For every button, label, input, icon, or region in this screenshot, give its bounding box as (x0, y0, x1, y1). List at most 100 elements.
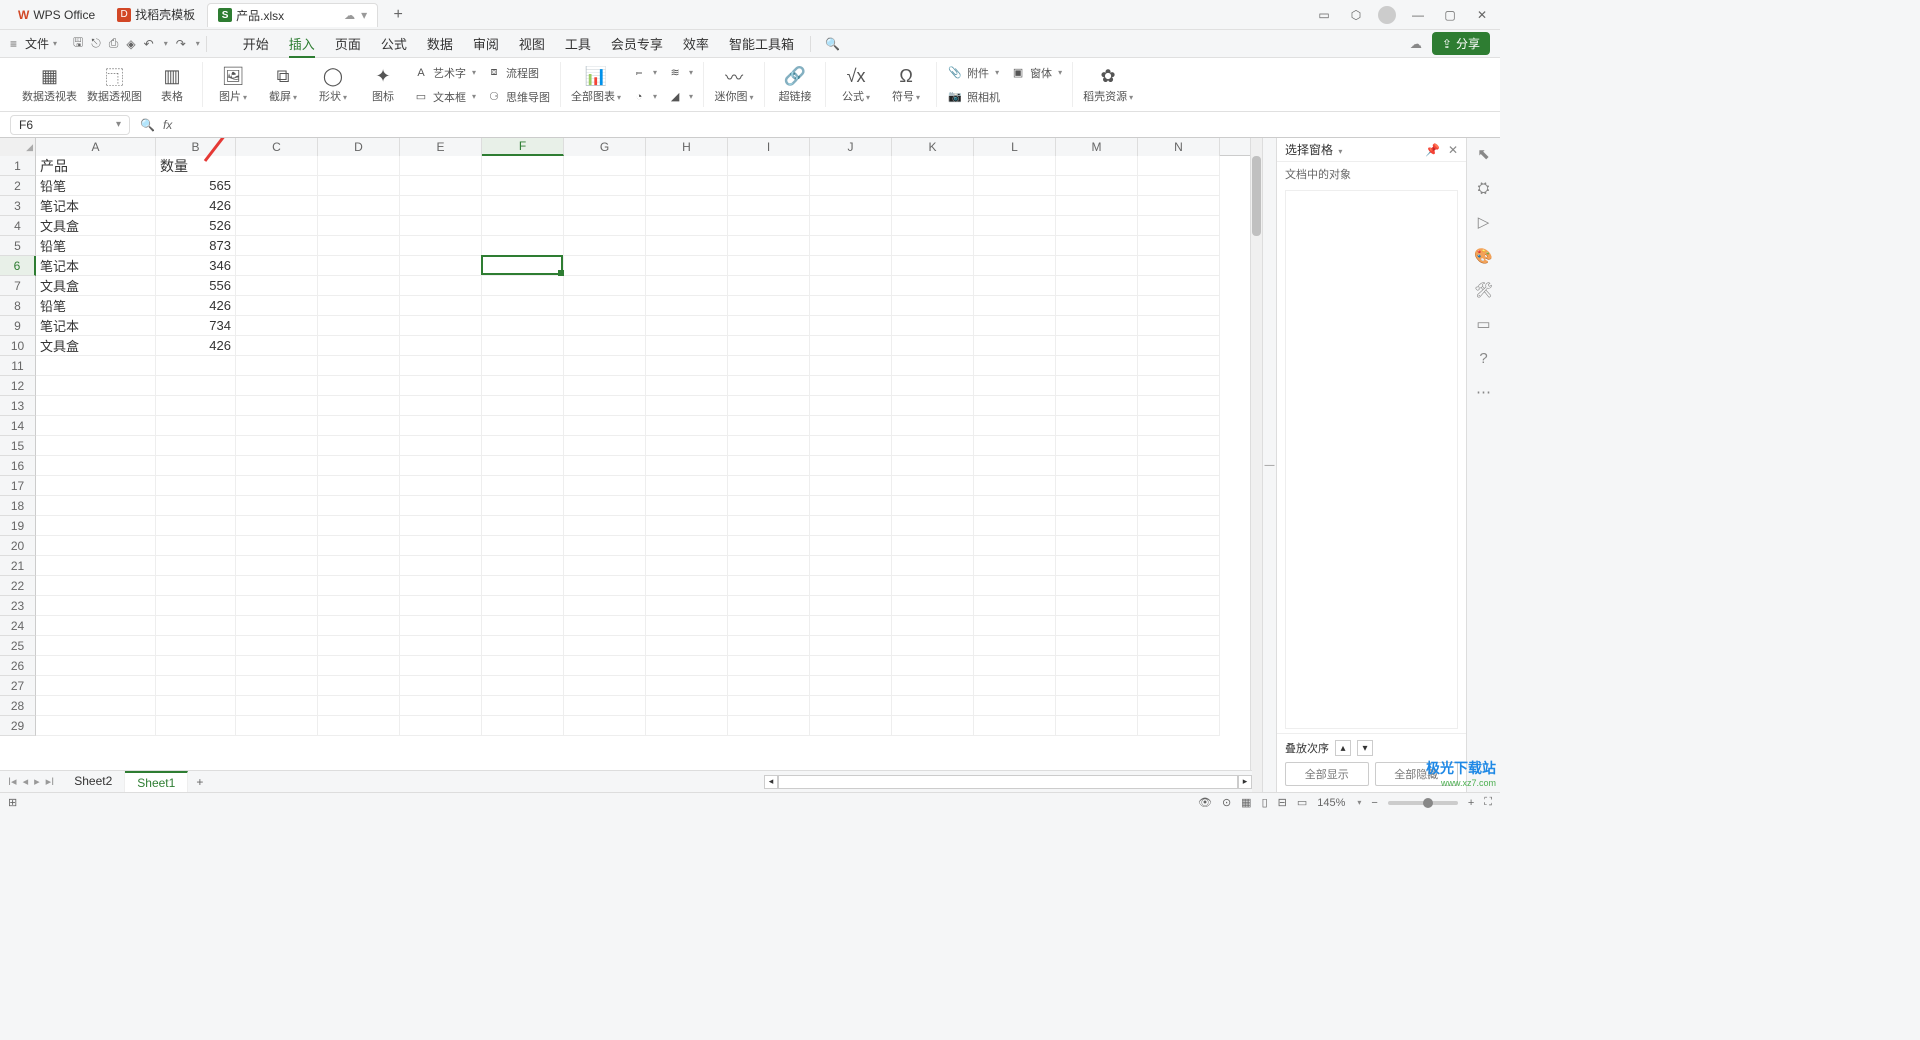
cell-I4[interactable] (728, 216, 810, 236)
row-header-1[interactable]: 1 (0, 156, 36, 176)
cell-K28[interactable] (892, 696, 974, 716)
cell-E5[interactable] (400, 236, 482, 256)
cell-D24[interactable] (318, 616, 400, 636)
cell-C1[interactable] (236, 156, 318, 176)
help-rail-icon[interactable]: ? (1474, 348, 1494, 368)
cell-H1[interactable] (646, 156, 728, 176)
row-header-21[interactable]: 21 (0, 556, 36, 576)
cell-A27[interactable] (36, 676, 156, 696)
cell-D10[interactable] (318, 336, 400, 356)
cell-M27[interactable] (1056, 676, 1138, 696)
cell-H8[interactable] (646, 296, 728, 316)
template-tab[interactable]: D 找稻壳模板 (107, 3, 205, 27)
flowchart-button[interactable]: ⧈流程图 (486, 63, 550, 83)
cell-D23[interactable] (318, 596, 400, 616)
cell-C26[interactable] (236, 656, 318, 676)
cell-L9[interactable] (974, 316, 1056, 336)
cell-C21[interactable] (236, 556, 318, 576)
cell-F15[interactable] (482, 436, 564, 456)
cell-I7[interactable] (728, 276, 810, 296)
cell-D8[interactable] (318, 296, 400, 316)
cell-I22[interactable] (728, 576, 810, 596)
cell-A15[interactable] (36, 436, 156, 456)
row-header-27[interactable]: 27 (0, 676, 36, 696)
symbol-button[interactable]: Ω符号▾ (886, 66, 926, 104)
cell-J27[interactable] (810, 676, 892, 696)
prev-sheet-icon[interactable]: ◂ (23, 775, 29, 788)
cell-C7[interactable] (236, 276, 318, 296)
cell-F13[interactable] (482, 396, 564, 416)
cell-D16[interactable] (318, 456, 400, 476)
cell-B8[interactable]: 426 (156, 296, 236, 316)
cell-N20[interactable] (1138, 536, 1220, 556)
row-header-7[interactable]: 7 (0, 276, 36, 296)
cell-L1[interactable] (974, 156, 1056, 176)
eye-icon[interactable]: 👁 (1198, 796, 1212, 809)
cell-K18[interactable] (892, 496, 974, 516)
cell-E7[interactable] (400, 276, 482, 296)
print-preview-icon[interactable]: ⎋ (91, 36, 101, 51)
pivot-chart-button[interactable]: ⿹数据透视图 (87, 66, 142, 104)
cell-G25[interactable] (564, 636, 646, 656)
camera-button[interactable]: 📷照相机 (947, 87, 1000, 107)
cell-E27[interactable] (400, 676, 482, 696)
cell-N26[interactable] (1138, 656, 1220, 676)
cell-L5[interactable] (974, 236, 1056, 256)
cell-B19[interactable] (156, 516, 236, 536)
cell-D25[interactable] (318, 636, 400, 656)
cell-G7[interactable] (564, 276, 646, 296)
area-chart-button[interactable]: ◢▾ (667, 87, 693, 107)
cell-F18[interactable] (482, 496, 564, 516)
cell-B6[interactable]: 346 (156, 256, 236, 276)
cell-K8[interactable] (892, 296, 974, 316)
cell-M8[interactable] (1056, 296, 1138, 316)
cell-L2[interactable] (974, 176, 1056, 196)
cell-E26[interactable] (400, 656, 482, 676)
cell-N24[interactable] (1138, 616, 1220, 636)
cell-D20[interactable] (318, 536, 400, 556)
cell-A3[interactable]: 笔记本 (36, 196, 156, 216)
cell-B17[interactable] (156, 476, 236, 496)
cell-M20[interactable] (1056, 536, 1138, 556)
cell-N7[interactable] (1138, 276, 1220, 296)
cell-D3[interactable] (318, 196, 400, 216)
cell-G29[interactable] (564, 716, 646, 736)
cell-M2[interactable] (1056, 176, 1138, 196)
row-header-2[interactable]: 2 (0, 176, 36, 196)
hscroll-track[interactable] (778, 775, 1238, 789)
cell-C27[interactable] (236, 676, 318, 696)
cell-B13[interactable] (156, 396, 236, 416)
cell-B10[interactable]: 426 (156, 336, 236, 356)
cell-N21[interactable] (1138, 556, 1220, 576)
cell-E1[interactable] (400, 156, 482, 176)
menu-tab-审阅[interactable]: 审阅 (463, 30, 509, 57)
cell-C19[interactable] (236, 516, 318, 536)
cell-D14[interactable] (318, 416, 400, 436)
cell-G3[interactable] (564, 196, 646, 216)
cell-A9[interactable]: 笔记本 (36, 316, 156, 336)
cell-N25[interactable] (1138, 636, 1220, 656)
cell-J3[interactable] (810, 196, 892, 216)
cell-J29[interactable] (810, 716, 892, 736)
cell-G13[interactable] (564, 396, 646, 416)
cell-B22[interactable] (156, 576, 236, 596)
column-header-F[interactable]: F (482, 138, 564, 156)
cell-J13[interactable] (810, 396, 892, 416)
cell-K6[interactable] (892, 256, 974, 276)
cell-F4[interactable] (482, 216, 564, 236)
cell-K29[interactable] (892, 716, 974, 736)
zoom-slider[interactable] (1388, 801, 1458, 805)
formula-input[interactable] (180, 118, 1490, 132)
cell-I6[interactable] (728, 256, 810, 276)
cell-F27[interactable] (482, 676, 564, 696)
normal-view-icon[interactable]: ▦ (1241, 796, 1251, 809)
cell-K1[interactable] (892, 156, 974, 176)
cell-K9[interactable] (892, 316, 974, 336)
picture-button[interactable]: 🖼图片▾ (213, 66, 253, 104)
column-header-C[interactable]: C (236, 138, 318, 156)
last-sheet-icon[interactable]: ▸I (46, 775, 55, 788)
cell-N1[interactable] (1138, 156, 1220, 176)
cell-L8[interactable] (974, 296, 1056, 316)
hscroll-left-icon[interactable]: ◂ (764, 775, 778, 789)
cell-N2[interactable] (1138, 176, 1220, 196)
